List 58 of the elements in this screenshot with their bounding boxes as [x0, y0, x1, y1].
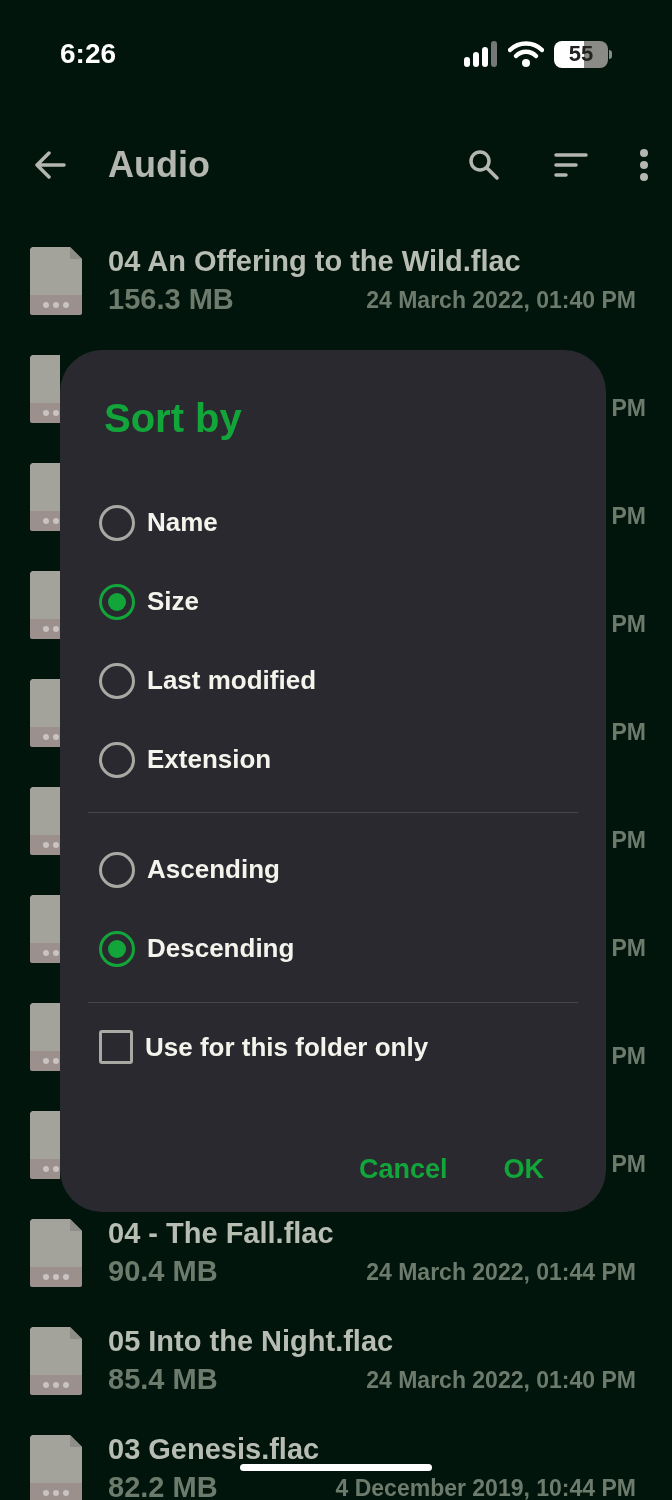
file-icon: [30, 679, 60, 747]
file-date: PM: [611, 936, 646, 960]
file-date: PM: [611, 612, 646, 636]
screen-title: Audio: [108, 143, 210, 187]
radio-button[interactable]: [99, 583, 135, 620]
file-icon: [30, 1003, 60, 1071]
file-date: 24 March 2022, 01:44 PM: [366, 1260, 636, 1284]
option-label[interactable]: Ascending: [147, 850, 280, 889]
file-date: PM: [611, 720, 646, 744]
file-name[interactable]: 04 - The Fall.flac: [108, 1212, 334, 1256]
option-label[interactable]: Last modified: [147, 661, 316, 700]
file-date: 24 March 2022, 01:40 PM: [366, 288, 636, 312]
dialog-button[interactable]: Cancel: [346, 1141, 460, 1198]
file-icon: [30, 1219, 82, 1287]
status-time: 6:26: [60, 37, 117, 71]
file-icon: [30, 1111, 60, 1179]
file-icon: [30, 463, 60, 531]
back-arrow-icon[interactable]: [34, 151, 66, 179]
file-size: 82.2 MB: [108, 1470, 218, 1500]
checkbox-label[interactable]: Use for this folder only: [145, 1027, 429, 1067]
option-label[interactable]: Extension: [147, 740, 272, 779]
file-date: PM: [611, 396, 646, 420]
file-name[interactable]: 04 An Offering to the Wild.flac: [108, 240, 521, 284]
file-icon: [30, 787, 60, 855]
option-label[interactable]: Size: [147, 582, 200, 621]
file-icon: [30, 355, 60, 423]
search-icon[interactable]: [468, 149, 500, 181]
option-label[interactable]: Name: [147, 503, 218, 542]
radio-button[interactable]: [99, 930, 135, 967]
file-name[interactable]: 03 Genesis.flac: [108, 1428, 320, 1472]
signal-icon: [464, 41, 498, 67]
file-date: 24 March 2022, 01:40 PM: [366, 1368, 636, 1392]
dialog-title: Sort by: [104, 395, 242, 442]
dialog-button[interactable]: OK: [491, 1141, 556, 1198]
file-date: PM: [611, 504, 646, 528]
radio-button[interactable]: [99, 662, 135, 699]
option-label[interactable]: Descending: [147, 929, 295, 968]
checkbox[interactable]: [99, 1030, 133, 1064]
file-size: 156.3 MB: [108, 282, 234, 318]
file-icon: [30, 247, 82, 315]
file-icon: [30, 895, 60, 963]
more-icon[interactable]: [640, 149, 648, 181]
file-size: 85.4 MB: [108, 1362, 218, 1398]
battery-icon: 55: [554, 40, 608, 68]
radio-button[interactable]: [99, 851, 135, 888]
file-date: 4 December 2019, 10:44 PM: [335, 1476, 636, 1500]
radio-button[interactable]: [99, 741, 135, 778]
file-icon: [30, 1327, 82, 1395]
file-date: PM: [611, 1044, 646, 1068]
wifi-icon: [508, 41, 544, 67]
file-name[interactable]: 05 Into the Night.flac: [108, 1320, 394, 1364]
sort-icon[interactable]: [554, 152, 588, 178]
file-date: PM: [611, 828, 646, 852]
file-icon: [30, 1435, 82, 1500]
radio-button[interactable]: [99, 504, 135, 541]
file-date: PM: [611, 1152, 646, 1176]
file-icon: [30, 571, 60, 639]
file-size: 90.4 MB: [108, 1254, 218, 1290]
